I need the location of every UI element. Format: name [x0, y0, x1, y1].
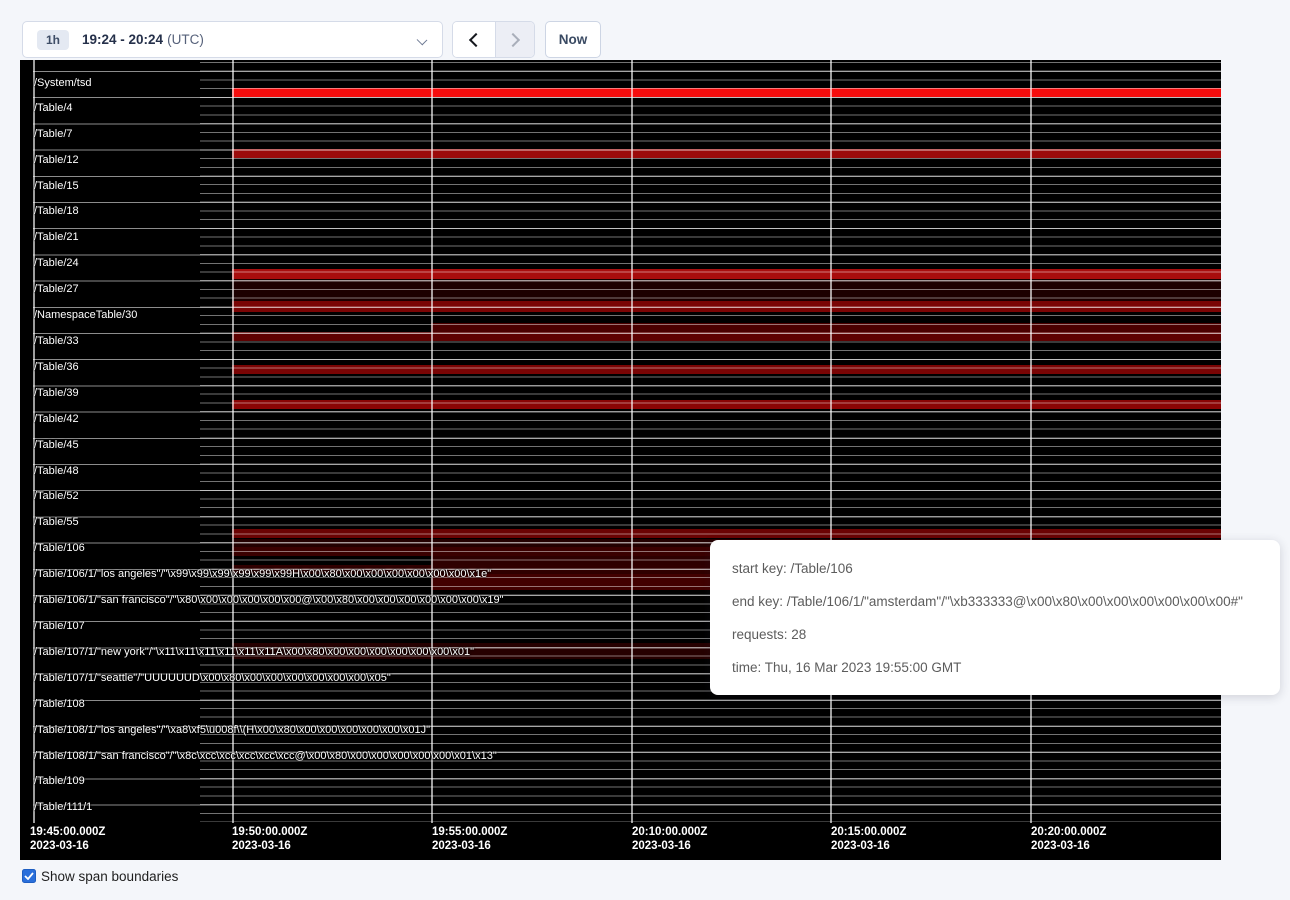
key-span-label: /Table/36	[34, 361, 79, 373]
range-text: 19:24 - 20:24	[82, 32, 163, 47]
key-span-label: /Table/107/1/"seattle"/"UUUUUUD\x00\x80\…	[34, 672, 391, 684]
next-range-button[interactable]	[495, 22, 534, 57]
time-gridline	[830, 60, 832, 823]
key-span-label: /NamespaceTable/30	[34, 309, 137, 321]
range-nav-group	[452, 21, 535, 58]
time-axis-tick: 19:50:00.000Z2023-03-16	[232, 825, 307, 853]
key-span-label: /Table/107	[34, 620, 85, 632]
heat-band	[232, 332, 1221, 341]
heat-bands-layer	[20, 60, 1221, 823]
heat-band	[232, 400, 1221, 409]
range-utc-suffix: (UTC)	[167, 32, 204, 47]
key-span-label: /Table/55	[34, 516, 79, 528]
key-visualizer-canvas[interactable]: /System/tsd/Table/4/Table/7/Table/12/Tab…	[20, 60, 1221, 860]
tooltip-start-key: start key: /Table/106	[732, 559, 1258, 579]
key-span-label: /Table/33	[34, 335, 79, 347]
key-span-label: /Table/108	[34, 698, 85, 710]
key-span-label: /Table/106/1/"los angeles"/"\x99\x99\x99…	[34, 568, 491, 580]
time-gridline	[631, 60, 633, 823]
heat-band	[232, 365, 1221, 374]
key-span-label: /Table/108/1/"san francisco"/"\x8c\xcc\x…	[34, 750, 497, 762]
time-gridline	[431, 60, 433, 823]
key-span-label: /Table/109	[34, 775, 85, 787]
heat-band	[232, 279, 1221, 301]
time-gridline	[1030, 60, 1032, 823]
heat-band	[232, 529, 1221, 538]
key-span-label: /Table/42	[34, 413, 79, 425]
key-span-label: /Table/111/1	[34, 801, 92, 813]
key-span-label: /Table/45	[34, 439, 79, 451]
time-axis-tick: 20:20:00.000Z2023-03-16	[1031, 825, 1106, 853]
key-span-label: /Table/21	[34, 231, 79, 243]
chevron-down-icon	[417, 35, 428, 46]
prev-range-button[interactable]	[453, 22, 495, 57]
time-range-selector[interactable]: 1h 19:24 - 20:24 (UTC)	[22, 21, 443, 58]
time-axis-tick: 20:15:00.000Z2023-03-16	[831, 825, 906, 853]
key-span-label: /Table/52	[34, 490, 79, 502]
time-gridline	[232, 60, 234, 823]
time-axis-tick: 19:45:00.000Z2023-03-16	[30, 825, 105, 853]
key-span-label: /Table/15	[34, 180, 79, 192]
span-boundary-lines	[33, 71, 1221, 807]
key-span-label: /Table/24	[34, 257, 79, 269]
key-span-label: /System/tsd	[34, 77, 91, 89]
time-axis: 19:45:00.000Z2023-03-16 19:50:00.000Z2023…	[20, 823, 1221, 860]
key-span-label: /Table/4	[34, 102, 73, 114]
key-span-label: /Table/106/1/"san francisco"/"\x80\x00\x…	[34, 594, 504, 606]
hover-tooltip: start key: /Table/106 end key: /Table/10…	[710, 540, 1280, 695]
key-span-label: /Table/48	[34, 465, 79, 477]
span-boundary-sublines	[200, 62, 1221, 822]
show-span-boundaries-label: Show span boundaries	[41, 869, 178, 884]
heat-band	[232, 149, 1221, 158]
heat-band	[232, 88, 1221, 97]
chevron-right-icon	[506, 32, 520, 46]
tooltip-requests: requests: 28	[732, 625, 1258, 645]
heat-band	[232, 301, 1221, 312]
tooltip-time: time: Thu, 16 Mar 2023 19:55:00 GMT	[732, 658, 1258, 678]
key-span-label: /Table/18	[34, 205, 79, 217]
key-span-label: /Table/108/1/"los angeles"/"\xa8\xf5\u00…	[34, 724, 430, 736]
key-span-label: /Table/107/1/"new york"/"\x11\x11\x11\x1…	[34, 646, 474, 658]
key-span-label: /Table/39	[34, 387, 79, 399]
key-span-label: /Table/12	[34, 154, 79, 166]
footer-options: Show span boundaries	[22, 866, 178, 886]
chevron-left-icon	[469, 32, 483, 46]
heat-band	[232, 269, 1221, 279]
show-span-boundaries-checkbox[interactable]	[22, 869, 36, 883]
now-button[interactable]: Now	[545, 21, 601, 58]
tooltip-end-key: end key: /Table/106/1/"amsterdam"/"\xb33…	[732, 592, 1258, 612]
key-span-label: /Table/7	[34, 128, 73, 140]
heat-band	[431, 323, 1221, 332]
range-duration-badge: 1h	[37, 30, 69, 50]
time-axis-tick: 19:55:00.000Z2023-03-16	[432, 825, 507, 853]
time-axis-tick: 20:10:00.000Z2023-03-16	[632, 825, 707, 853]
key-span-label: /Table/106	[34, 542, 85, 554]
key-span-label: /Table/27	[34, 283, 79, 295]
